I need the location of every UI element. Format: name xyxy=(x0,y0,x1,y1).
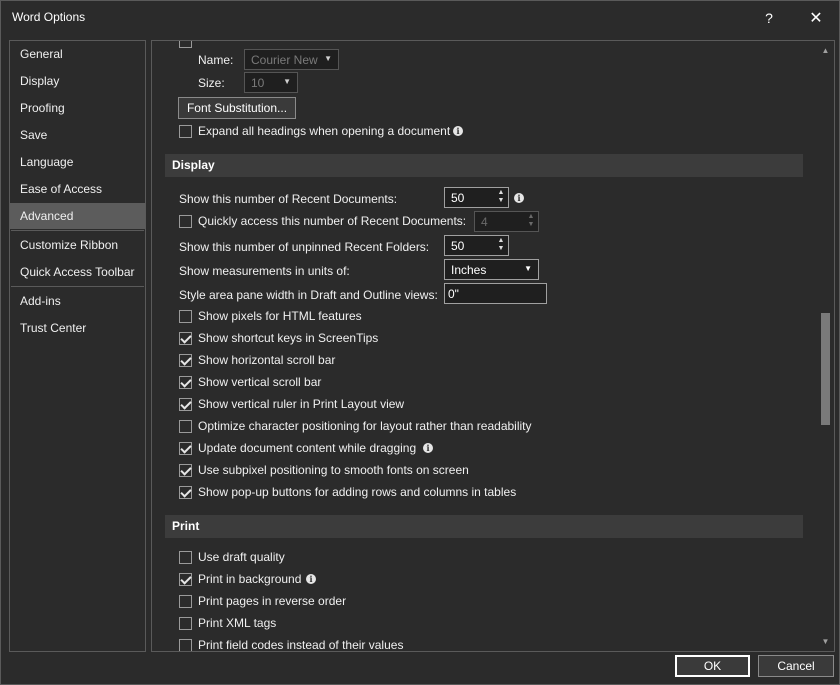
scroll-up-icon[interactable]: ▲ xyxy=(820,45,831,56)
nav-divider xyxy=(11,230,144,231)
style-area-value: 0" xyxy=(448,287,459,301)
units-dropdown[interactable]: Inches ▼ xyxy=(444,259,539,280)
nav-item-ease-of-access[interactable]: Ease of Access xyxy=(10,176,145,202)
show-vertical-scroll-checkbox[interactable] xyxy=(179,376,192,389)
expand-headings-checkbox[interactable] xyxy=(179,125,192,138)
info-icon: i xyxy=(423,443,433,453)
nav-item-language[interactable]: Language xyxy=(10,149,145,175)
recent-folders-spinner[interactable]: 50 ▲ ▼ xyxy=(444,235,509,256)
reverse-order-checkbox[interactable] xyxy=(179,595,192,608)
section-header-print: Print xyxy=(165,515,803,538)
update-while-dragging-label: Update document content while dragging xyxy=(198,441,417,455)
nav-item-general[interactable]: General xyxy=(10,41,145,67)
font-name-label: Name: xyxy=(198,53,234,67)
show-pixels-checkbox[interactable] xyxy=(179,310,192,323)
scroll-down-icon[interactable]: ▼ xyxy=(820,636,831,647)
print-field-codes-checkbox[interactable] xyxy=(179,639,192,651)
nav-item-proofing[interactable]: Proofing xyxy=(10,95,145,121)
title-bar: Word Options ? ✕ xyxy=(1,1,839,34)
show-vertical-ruler-checkbox[interactable] xyxy=(179,398,192,411)
recent-folders-value: 50 xyxy=(451,239,465,253)
chevron-down-icon: ▼ xyxy=(524,264,532,273)
font-name-value: Courier New xyxy=(251,53,318,67)
font-size-dropdown[interactable]: 10 ▼ xyxy=(244,72,298,93)
optimize-positioning-label: Optimize character positioning for layou… xyxy=(198,419,532,433)
print-background-checkbox[interactable] xyxy=(179,573,192,586)
recent-documents-label: Show this number of Recent Documents: xyxy=(179,192,398,206)
nav-item-add-ins[interactable]: Add-ins xyxy=(10,288,145,314)
subpixel-positioning-label: Use subpixel positioning to smooth fonts… xyxy=(198,463,469,477)
recent-documents-value: 50 xyxy=(451,191,465,205)
popup-buttons-label: Show pop-up buttons for adding rows and … xyxy=(198,485,517,499)
spin-arrows-icon[interactable]: ▲ ▼ xyxy=(496,237,506,254)
ok-button[interactable]: OK xyxy=(675,655,750,677)
nav-item-trust-center[interactable]: Trust Center xyxy=(10,315,145,341)
nav-item-save[interactable]: Save xyxy=(10,122,145,148)
draft-quality-label: Use draft quality xyxy=(198,550,285,564)
word-options-window: Word Options ? ✕ General Display Proofin… xyxy=(0,0,840,685)
font-substitution-button[interactable]: Font Substitution... xyxy=(178,97,296,119)
quick-access-value: 4 xyxy=(481,215,488,229)
cancel-button[interactable]: Cancel xyxy=(758,655,834,677)
spin-arrows-icon[interactable]: ▲ ▼ xyxy=(526,213,536,230)
advanced-options-pane: Name: Courier New ▼ Size: 10 ▼ Font Subs… xyxy=(151,40,835,652)
units-label: Show measurements in units of: xyxy=(179,264,350,278)
reverse-order-label: Print pages in reverse order xyxy=(198,594,347,608)
update-while-dragging-checkbox[interactable] xyxy=(179,442,192,455)
nav-item-quick-access-toolbar[interactable]: Quick Access Toolbar xyxy=(10,259,145,285)
vertical-scrollbar[interactable]: ▲ ▼ xyxy=(817,41,834,651)
spin-arrows-icon[interactable]: ▲ ▼ xyxy=(496,189,506,206)
show-vertical-ruler-label: Show vertical ruler in Print Layout view xyxy=(198,397,405,411)
scrollbar-thumb[interactable] xyxy=(821,313,830,425)
section-header-display: Display xyxy=(165,154,803,177)
options-nav: General Display Proofing Save Language E… xyxy=(9,40,146,652)
quick-access-checkbox[interactable] xyxy=(179,215,192,228)
font-size-label: Size: xyxy=(198,76,225,90)
partial-checkbox[interactable] xyxy=(179,41,192,48)
quick-access-spinner[interactable]: 4 ▲ ▼ xyxy=(474,211,539,232)
subpixel-positioning-checkbox[interactable] xyxy=(179,464,192,477)
nav-item-advanced[interactable]: Advanced xyxy=(10,203,145,229)
show-pixels-label: Show pixels for HTML features xyxy=(198,309,362,323)
show-shortcut-keys-checkbox[interactable] xyxy=(179,332,192,345)
info-icon: i xyxy=(453,126,463,136)
optimize-positioning-checkbox[interactable] xyxy=(179,420,192,433)
help-button[interactable]: ? xyxy=(746,1,792,34)
print-xml-tags-label: Print XML tags xyxy=(198,616,277,630)
print-background-label: Print in background xyxy=(198,572,302,586)
nav-item-display[interactable]: Display xyxy=(10,68,145,94)
print-field-codes-label: Print field codes instead of their value… xyxy=(198,638,404,652)
close-button[interactable]: ✕ xyxy=(793,1,839,34)
chevron-down-icon: ▼ xyxy=(324,54,332,63)
expand-headings-label: Expand all headings when opening a docum… xyxy=(198,124,451,138)
popup-buttons-checkbox[interactable] xyxy=(179,486,192,499)
info-icon: i xyxy=(514,193,524,203)
font-size-value: 10 xyxy=(251,76,265,90)
recent-folders-label: Show this number of unpinned Recent Fold… xyxy=(179,240,430,254)
nav-divider xyxy=(11,286,144,287)
show-shortcut-keys-label: Show shortcut keys in ScreenTips xyxy=(198,331,379,345)
info-icon: i xyxy=(306,574,316,584)
quick-access-label: Quickly access this number of Recent Doc… xyxy=(198,214,467,228)
window-title: Word Options xyxy=(12,10,86,24)
show-horizontal-scroll-label: Show horizontal scroll bar xyxy=(198,353,336,367)
show-horizontal-scroll-checkbox[interactable] xyxy=(179,354,192,367)
font-name-dropdown[interactable]: Courier New ▼ xyxy=(244,49,339,70)
units-value: Inches xyxy=(451,263,487,277)
style-area-input[interactable]: 0" xyxy=(444,283,547,304)
chevron-down-icon: ▼ xyxy=(283,77,291,86)
recent-documents-spinner[interactable]: 50 ▲ ▼ xyxy=(444,187,509,208)
show-vertical-scroll-label: Show vertical scroll bar xyxy=(198,375,322,389)
style-area-label: Style area pane width in Draft and Outli… xyxy=(179,288,438,302)
print-xml-tags-checkbox[interactable] xyxy=(179,617,192,630)
nav-item-customize-ribbon[interactable]: Customize Ribbon xyxy=(10,232,145,258)
draft-quality-checkbox[interactable] xyxy=(179,551,192,564)
